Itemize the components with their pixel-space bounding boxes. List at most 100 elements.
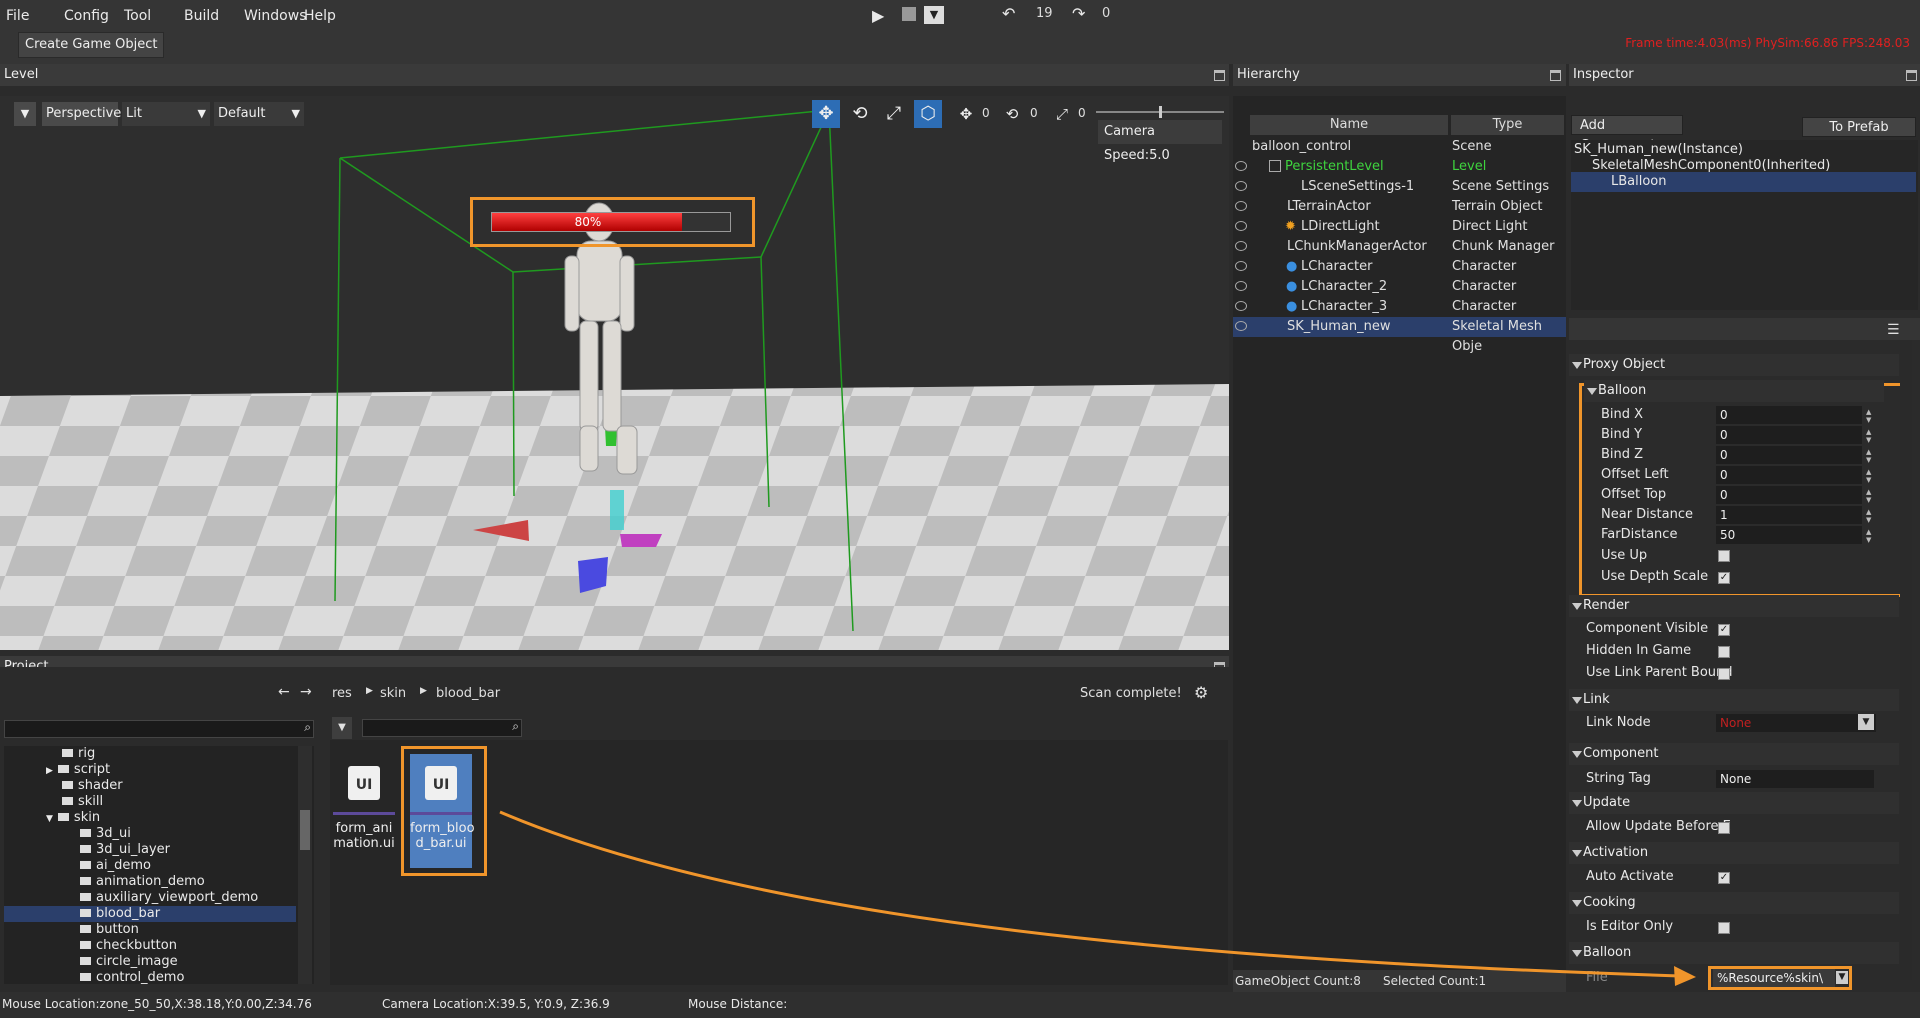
tree-item-3d-ui-layer[interactable]: 3d_ui_layer <box>80 842 170 858</box>
component-tree-balloon[interactable]: LBalloon <box>1571 172 1916 192</box>
camera-speed-slider[interactable] <box>1096 106 1224 118</box>
hierarchy-row[interactable]: ● LCharacter Character <box>1233 257 1566 277</box>
prop-value-input[interactable]: 0 <box>1716 446 1862 464</box>
project-tree-search[interactable]: ⌕ <box>4 720 314 738</box>
section-link[interactable]: Link <box>1569 689 1899 711</box>
eye-icon[interactable] <box>1235 241 1247 251</box>
component-visible-checkbox[interactable]: ✓ <box>1718 624 1730 636</box>
menu-help[interactable]: Help <box>304 8 336 24</box>
string-tag-input[interactable]: None <box>1716 770 1874 788</box>
add-component-button[interactable]: Add Component <box>1571 115 1683 153</box>
hierarchy-row[interactable]: balloon_control Scene <box>1233 137 1566 157</box>
scrollbar-thumb[interactable] <box>300 810 310 850</box>
prop-value-input[interactable]: 0 <box>1716 426 1862 444</box>
stepper-icon[interactable]: ▲ ▼ <box>1866 488 1874 504</box>
prop-value-input[interactable]: 1 <box>1716 506 1862 524</box>
render-mode-select[interactable]: Default ▼ <box>214 102 304 126</box>
asset-search-input[interactable]: ⌕ <box>362 719 522 737</box>
tree-scrollbar[interactable] <box>298 746 312 984</box>
tree-item-rig[interactable]: rig <box>62 746 95 762</box>
tree-item-ai-demo[interactable]: ai_demo <box>80 858 151 874</box>
scale-tool-icon[interactable]: ⤢ <box>880 100 908 128</box>
move-snap-icon[interactable]: ✥ <box>952 100 980 128</box>
eye-icon[interactable] <box>1235 221 1247 231</box>
view-mode-button[interactable]: Perspective <box>42 102 121 126</box>
hidden-in-game-checkbox[interactable] <box>1718 646 1730 658</box>
tree-item-circle-image[interactable]: circle_image <box>80 954 178 970</box>
tree-item-control-demo[interactable]: control_demo <box>80 970 184 984</box>
hierarchy-row[interactable]: ● LCharacter_3 Character <box>1233 297 1566 317</box>
hierarchy-row[interactable]: LTerrainActor Terrain Object <box>1233 197 1566 217</box>
viewport-menu-dropdown-icon[interactable]: ▼ <box>14 102 36 126</box>
level-viewport[interactable]: ▼ Perspective Lit ▼ Default ▼ ✥ ⟲ ⤢ ⬡ ✥ 0 … <box>0 96 1229 650</box>
use-up-checkbox[interactable] <box>1718 550 1730 562</box>
local-space-icon[interactable]: ⬡ <box>914 100 942 128</box>
menu-tool[interactable]: Tool <box>124 8 151 24</box>
use-depth-scale-checkbox[interactable]: ✓ <box>1718 572 1730 584</box>
eye-icon[interactable] <box>1235 301 1247 311</box>
hierarchy-row-selected[interactable]: SK_Human_new Skeletal Mesh Obje <box>1233 317 1566 354</box>
tree-item-checkbutton[interactable]: checkbutton <box>80 938 177 954</box>
section-component[interactable]: Component <box>1569 743 1899 765</box>
tree-item-skill[interactable]: skill <box>62 794 103 810</box>
hierarchy-row[interactable]: LChunkManagerActor Chunk Manager <box>1233 237 1566 257</box>
tree-item-skin[interactable]: ▼ skin <box>46 810 100 826</box>
slider-handle[interactable] <box>1159 106 1162 118</box>
file-path-input[interactable]: %Resource%skin\ <box>1713 969 1835 987</box>
back-arrow-icon[interactable]: ← <box>278 684 290 700</box>
asset-filter-dropdown-icon[interactable]: ▼ <box>332 717 352 739</box>
stop-icon[interactable] <box>902 7 916 21</box>
eye-icon[interactable] <box>1235 161 1247 171</box>
eye-icon[interactable] <box>1235 261 1247 271</box>
forward-arrow-icon[interactable]: → <box>300 684 312 700</box>
hierarchy-row[interactable]: LSceneSettings-1 Scene Settings <box>1233 177 1566 197</box>
tree-item-blood-bar[interactable]: blood_bar <box>4 906 296 922</box>
tree-item-animation-demo[interactable]: animation_demo <box>80 874 205 890</box>
gear-icon[interactable]: ⚙ <box>1194 683 1208 702</box>
section-proxy-object[interactable]: Proxy Object <box>1569 354 1899 376</box>
rotate-tool-icon[interactable]: ⟲ <box>846 100 874 128</box>
play-options-dropdown-icon[interactable]: ▼ <box>924 6 944 24</box>
prop-value-input[interactable]: 0 <box>1716 466 1862 484</box>
hierarchy-row[interactable]: ● LCharacter_2 Character <box>1233 277 1566 297</box>
section-balloon-file[interactable]: Balloon <box>1569 942 1899 964</box>
link-node-select[interactable]: None ▼ <box>1716 714 1876 732</box>
stepper-icon[interactable]: ▲ ▼ <box>1866 448 1874 464</box>
move-tool-icon[interactable]: ✥ <box>812 100 840 128</box>
menu-file[interactable]: File <box>6 8 29 24</box>
eye-icon[interactable] <box>1235 281 1247 291</box>
rotate-snap-icon[interactable]: ⟲ <box>998 100 1026 128</box>
section-activation[interactable]: Activation <box>1569 842 1899 864</box>
eye-icon[interactable] <box>1235 181 1247 191</box>
breadcrumb-skin[interactable]: skin <box>380 686 406 701</box>
stepper-icon[interactable]: ▲ ▼ <box>1866 468 1874 484</box>
use-link-parent-bound-checkbox[interactable] <box>1718 668 1730 680</box>
to-prefab-button[interactable]: To Prefab <box>1802 117 1916 137</box>
section-balloon[interactable]: Balloon <box>1584 380 1884 402</box>
tree-item-auxiliary-viewport-demo[interactable]: auxiliary_viewport_demo <box>80 890 258 906</box>
eye-icon[interactable] <box>1235 321 1247 331</box>
shading-select[interactable]: Lit ▼ <box>122 102 210 126</box>
stepper-icon[interactable]: ▲ ▼ <box>1866 428 1874 444</box>
breadcrumb-blood-bar[interactable]: blood_bar <box>436 686 500 701</box>
prop-value-input[interactable]: 50 <box>1716 526 1862 544</box>
breadcrumb-res[interactable]: res <box>332 686 352 701</box>
hierarchy-col-type[interactable]: Type <box>1451 115 1564 135</box>
chevron-down-icon[interactable]: ▼ <box>1836 971 1848 984</box>
tree-item-3d-ui[interactable]: 3d_ui <box>80 826 131 842</box>
tree-item-script[interactable]: ▶ script <box>46 762 110 778</box>
inspector-scrollbar[interactable] <box>1900 340 1912 980</box>
pin-icon[interactable] <box>1214 70 1225 81</box>
auto-activate-checkbox[interactable]: ✓ <box>1718 872 1730 884</box>
hierarchy-row[interactable]: ✹ LDirectLight Direct Light <box>1233 217 1566 237</box>
pin-icon[interactable] <box>1906 70 1917 81</box>
pin-icon[interactable] <box>1550 70 1561 81</box>
hierarchy-col-name[interactable]: Name <box>1250 115 1448 135</box>
stepper-icon[interactable]: ▲ ▼ <box>1866 528 1874 544</box>
list-icon[interactable]: ☰ <box>1887 322 1900 338</box>
allow-update-checkbox[interactable] <box>1718 822 1730 834</box>
undo-icon[interactable]: ↶ <box>1002 4 1015 23</box>
create-game-object-button[interactable]: Create Game Object <box>18 32 164 58</box>
menu-build[interactable]: Build <box>184 8 219 24</box>
redo-icon[interactable]: ↷ <box>1072 4 1085 23</box>
